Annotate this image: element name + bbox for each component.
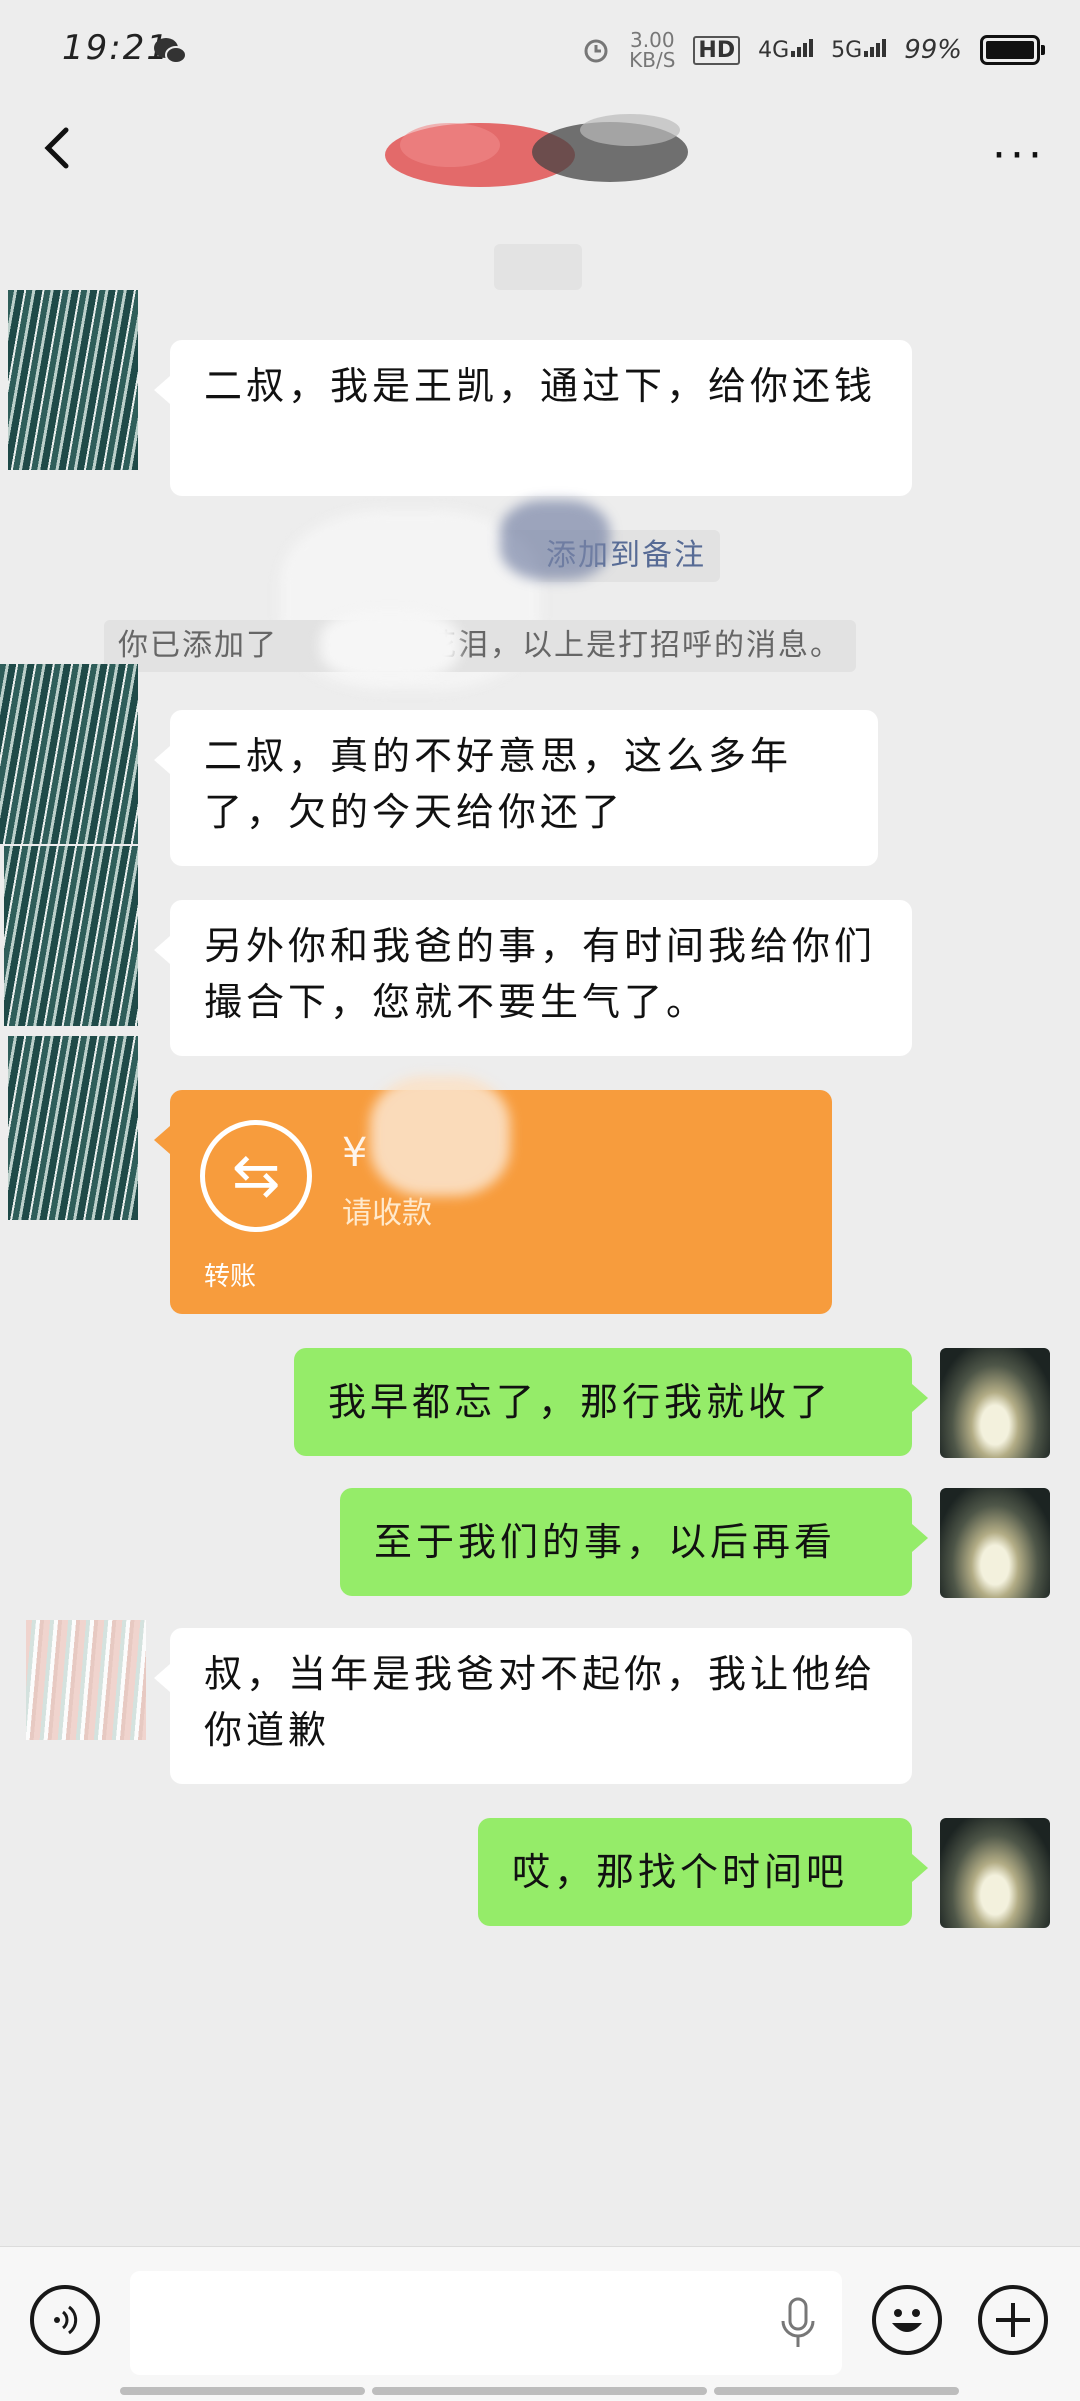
chevron-left-icon bbox=[44, 127, 69, 169]
net-speed: 3.00 KB/S bbox=[629, 28, 676, 72]
voice-toggle-button[interactable] bbox=[30, 2285, 100, 2355]
transfer-card[interactable]: ⇆ ¥ 请收款 转账 bbox=[154, 1076, 832, 1314]
signal-5g: 5G bbox=[831, 38, 887, 63]
hd-label: HD bbox=[693, 35, 741, 65]
message-bubble-incoming[interactable]: 二叔，我是王凯，通过下，给你还钱 bbox=[154, 340, 912, 496]
plus-icon bbox=[996, 2303, 1030, 2337]
chat-header: ··· bbox=[0, 100, 1080, 200]
emoji-icon bbox=[892, 2309, 922, 2332]
voice-icon bbox=[54, 2305, 78, 2335]
nav-gesture-bar bbox=[372, 2387, 707, 2395]
message-bubble-outgoing[interactable]: 我早都忘了，那行我就收了 bbox=[294, 1348, 928, 1456]
back-button[interactable] bbox=[36, 118, 96, 178]
nav-gesture-bar bbox=[714, 2387, 959, 2395]
message-input[interactable] bbox=[130, 2271, 842, 2375]
contact-avatar[interactable] bbox=[8, 1036, 138, 1220]
input-bar bbox=[0, 2246, 1080, 2401]
contact-avatar[interactable] bbox=[26, 1620, 146, 1740]
redaction-smudge bbox=[500, 500, 610, 580]
my-avatar[interactable] bbox=[940, 1488, 1050, 1598]
message-bubble-outgoing[interactable]: 哎，那找个时间吧 bbox=[478, 1818, 928, 1926]
mic-icon[interactable] bbox=[778, 2297, 818, 2351]
contact-avatar[interactable] bbox=[4, 846, 138, 1026]
my-avatar[interactable] bbox=[940, 1348, 1050, 1458]
battery-icon bbox=[980, 35, 1045, 65]
contact-avatar[interactable] bbox=[0, 664, 138, 844]
alarm-icon bbox=[584, 39, 608, 63]
battery-percent: 99% bbox=[904, 35, 962, 65]
more-functions-button[interactable] bbox=[978, 2285, 1048, 2355]
contact-avatar[interactable] bbox=[8, 290, 138, 470]
status-bar: 19:21 3.00 KB/S HD 4G 5G 99% bbox=[0, 0, 1080, 100]
redaction-smudge bbox=[370, 1076, 510, 1196]
message-bubble-incoming[interactable]: 二叔，真的不好意思，这么多年了，欠的今天给你还了 bbox=[154, 710, 878, 866]
status-indicators: 3.00 KB/S HD 4G 5G 99% bbox=[581, 28, 1045, 72]
my-avatar[interactable] bbox=[940, 1818, 1050, 1928]
message-bubble-incoming[interactable]: 叔，当年是我爸对不起你，我让他给你道歉 bbox=[154, 1628, 912, 1784]
chat-title-redacted bbox=[385, 114, 688, 187]
transfer-amount: ¥ bbox=[342, 1130, 368, 1176]
timestamp-chip bbox=[494, 244, 582, 290]
system-added-tip: 你已添加了 宋花泪，以上是打招呼的消息。 bbox=[104, 620, 856, 672]
transfer-icon: ⇆ bbox=[200, 1120, 312, 1232]
nav-gesture-bar bbox=[120, 2387, 365, 2395]
more-options-button[interactable]: ··· bbox=[992, 130, 1046, 181]
redaction-smudge bbox=[320, 610, 460, 680]
wechat-notification-icon bbox=[154, 38, 187, 64]
message-bubble-incoming[interactable]: 另外你和我爸的事，有时间我给你们撮合下，您就不要生气了。 bbox=[154, 900, 912, 1056]
transfer-label: 转账 bbox=[204, 1262, 257, 1292]
signal-4g: 4G bbox=[758, 38, 814, 63]
message-bubble-outgoing[interactable]: 至于我们的事，以后再看 bbox=[340, 1488, 928, 1596]
emoji-button[interactable] bbox=[872, 2285, 942, 2355]
